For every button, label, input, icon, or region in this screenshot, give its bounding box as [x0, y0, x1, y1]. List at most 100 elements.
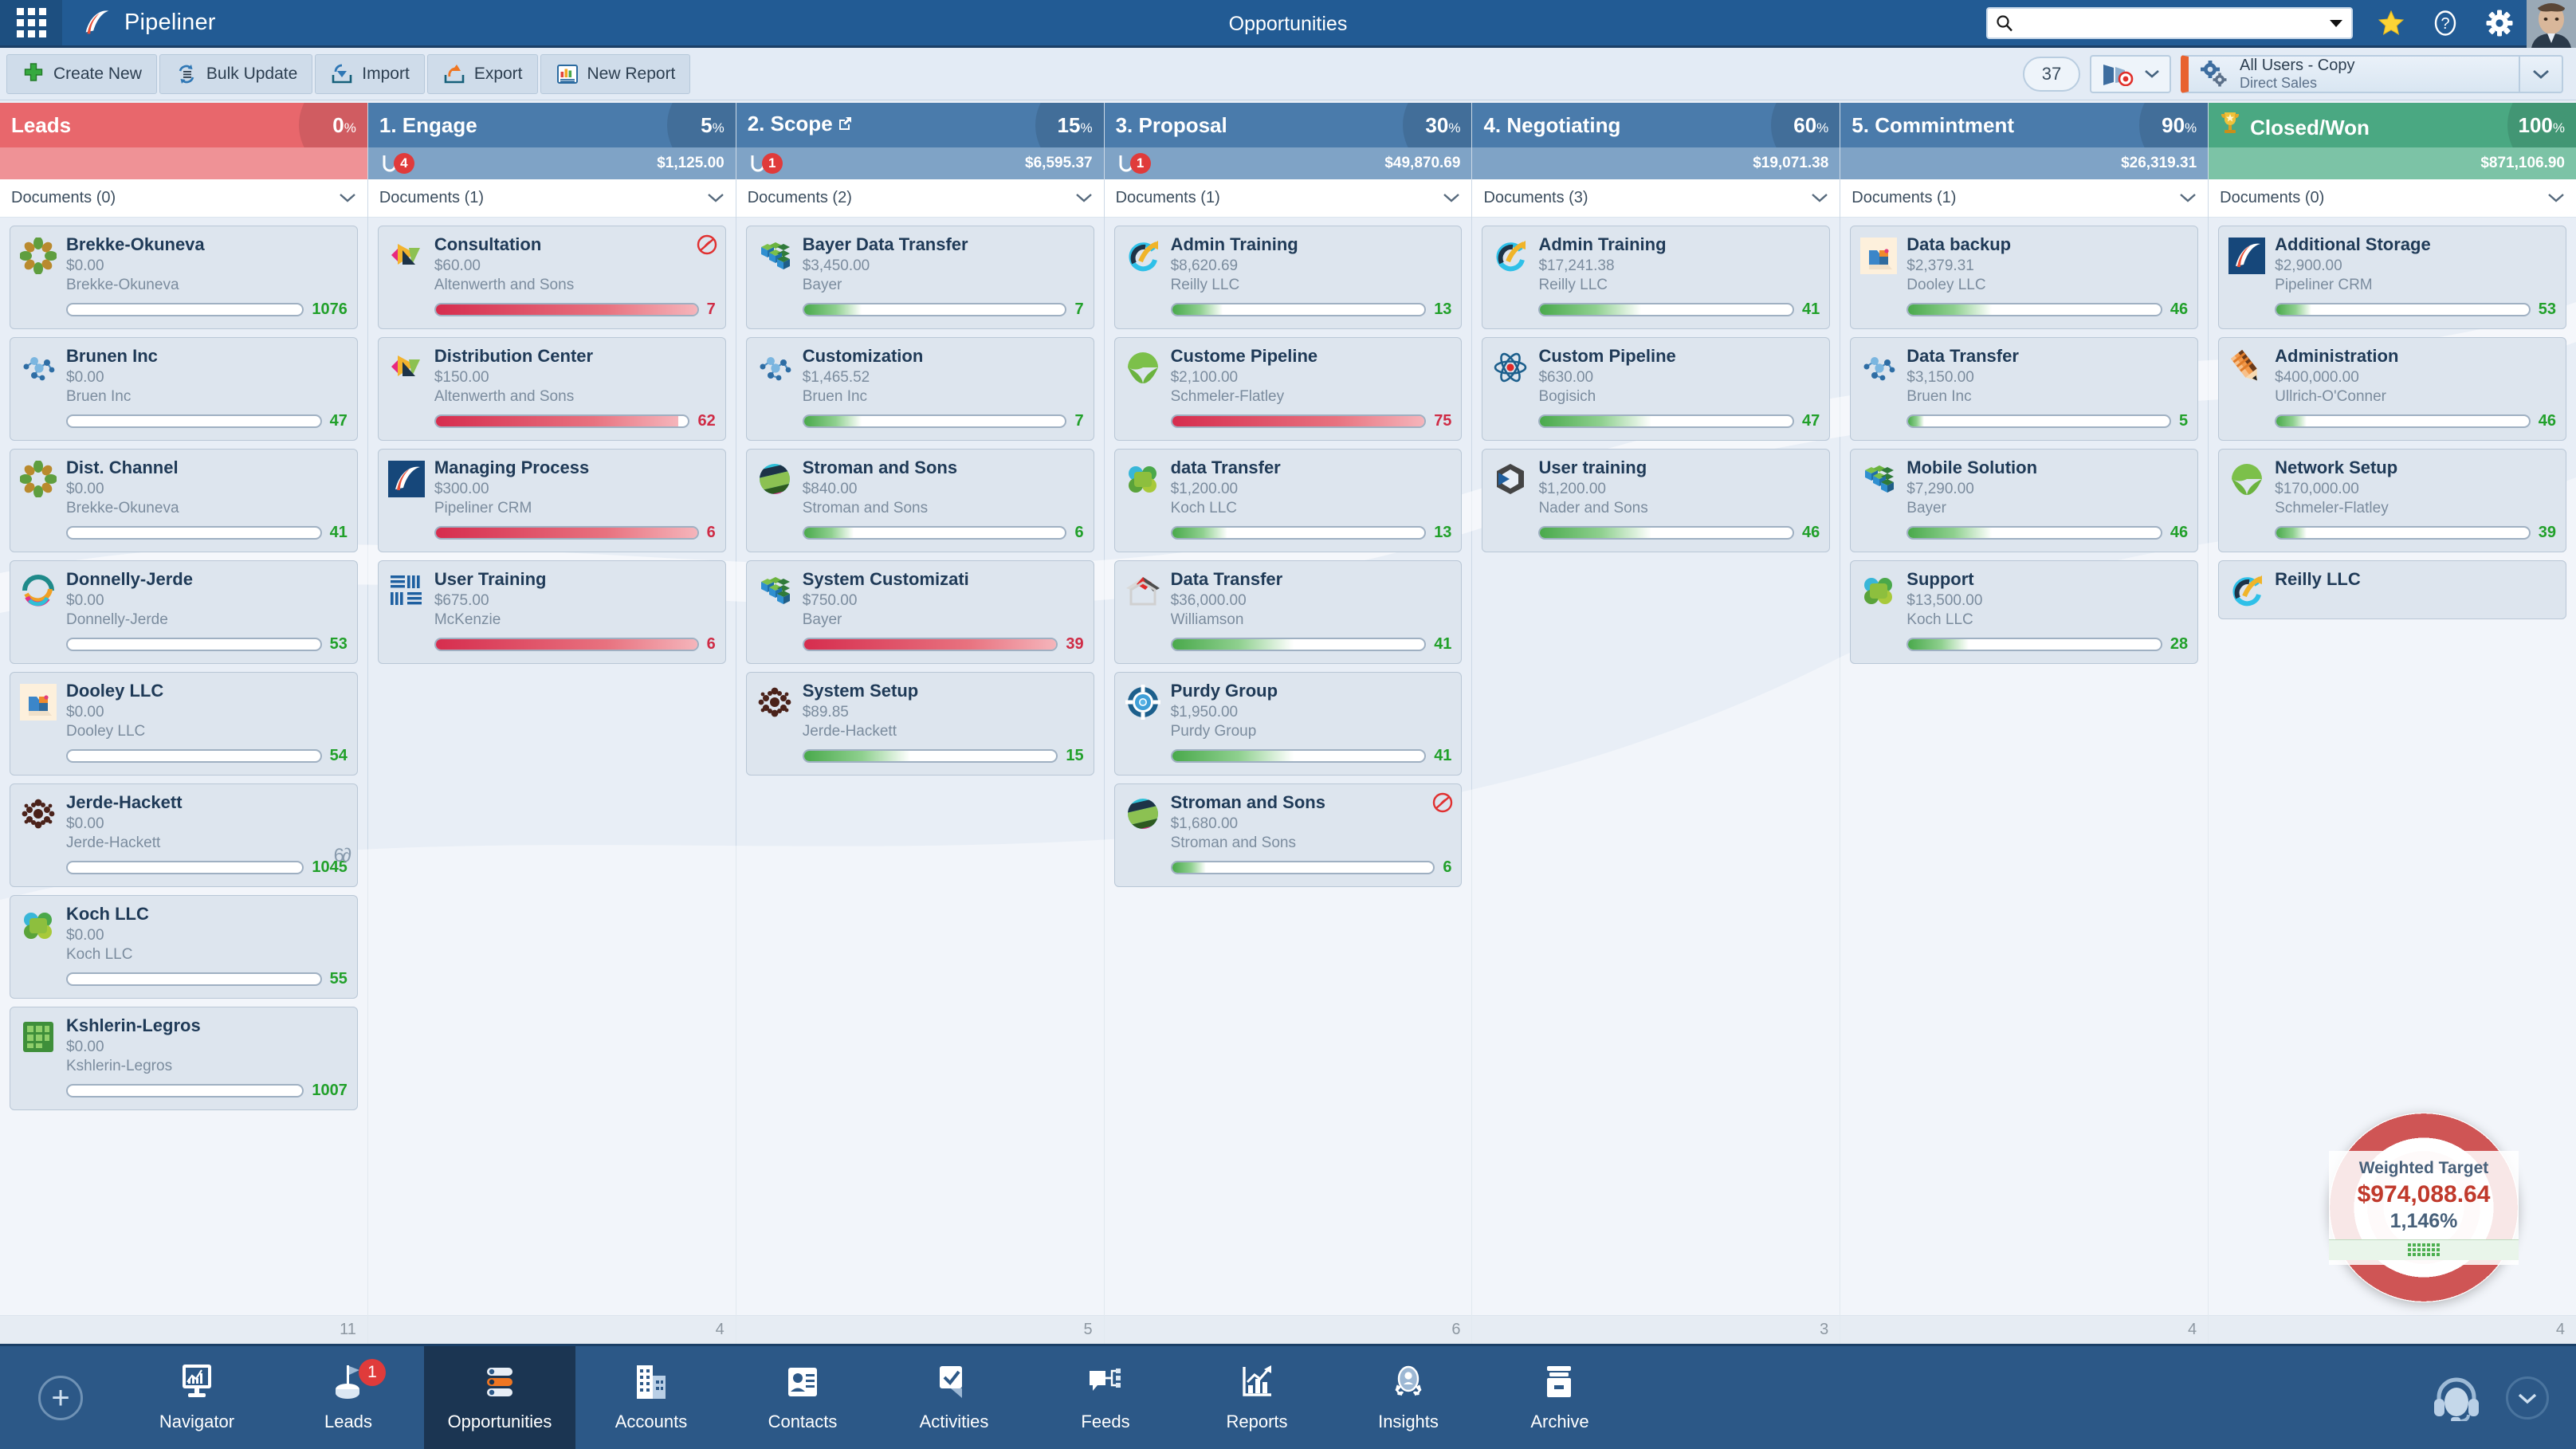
opportunity-card[interactable]: System Customizati$750.00Bayer39	[746, 560, 1094, 664]
opportunity-card[interactable]: System Setup$89.85Jerde-Hackett15	[746, 672, 1094, 776]
opportunity-card[interactable]: Purdy Group$1,950.00Purdy Group41	[1114, 672, 1463, 776]
opportunity-card-body: Stroman and Sons$840.00Stroman and Sons6	[803, 457, 1084, 542]
opportunity-card-list[interactable]: Admin Training$8,620.69Reilly LLC13Custo…	[1105, 218, 1472, 1315]
nav-item-insights[interactable]: Insights	[1333, 1346, 1484, 1449]
opportunity-card[interactable]: Network Setup$170,000.00Schmeler-Flatley…	[2218, 449, 2566, 552]
stage-summary: 1$6,595.37	[736, 147, 1104, 179]
stage-document-flag[interactable]: 4	[379, 153, 414, 174]
opportunity-card[interactable]: Kshlerin-Legros$0.00Kshlerin-Legros1007	[10, 1007, 358, 1110]
no-entry-icon[interactable]	[697, 234, 717, 255]
opportunity-card[interactable]: Distribution Center$150.00Altenwerth and…	[378, 337, 726, 441]
opportunity-card[interactable]: Consultation$60.00Altenwerth and Sons7	[378, 226, 726, 329]
search-input[interactable]	[2020, 14, 2323, 32]
collapse-panel-button[interactable]	[2506, 1376, 2549, 1420]
opportunity-card[interactable]: Custom Pipeline$630.00Bogisich47	[1482, 337, 1830, 441]
app-launcher-button[interactable]	[0, 0, 62, 45]
nav-item-opportunities[interactable]: Opportunities	[424, 1346, 575, 1449]
stage-document-flag[interactable]: 1	[1116, 153, 1151, 174]
view-selector[interactable]: All Users - Copy Direct Sales	[2181, 55, 2563, 93]
nav-item-accounts[interactable]: Accounts	[575, 1346, 727, 1449]
opportunity-card-list[interactable]: Consultation$60.00Altenwerth and Sons7Di…	[368, 218, 736, 1315]
help-button[interactable]: ?	[2418, 0, 2472, 45]
opportunity-card[interactable]: Data Transfer$36,000.00Williamson41	[1114, 560, 1463, 664]
opportunity-progress-bar	[66, 414, 322, 428]
stage-header[interactable]: 5. Commintment90%	[1840, 103, 2208, 147]
nav-item-activities[interactable]: Activities	[878, 1346, 1030, 1449]
stage-header[interactable]: 1. Engage5%	[368, 103, 736, 147]
documents-toggle[interactable]: Documents (1)	[1840, 179, 2208, 218]
opportunity-card[interactable]: Admin Training$17,241.38Reilly LLC41	[1482, 226, 1830, 329]
weighted-target-widget[interactable]: Weighted Target $974,088.64 1,146%	[2329, 1113, 2519, 1302]
nav-item-archive[interactable]: Archive	[1484, 1346, 1636, 1449]
external-link-icon[interactable]	[838, 116, 852, 131]
stage-header[interactable]: Leads0%	[0, 103, 367, 147]
pipeline-column: 3. Proposal30%1$49,870.69Documents (1)Ad…	[1105, 103, 1473, 1344]
stage-header[interactable]: 4. Negotiating60%	[1472, 103, 1840, 147]
view-selector-chevron[interactable]	[2519, 57, 2562, 92]
opportunity-card[interactable]: data Transfer$1,200.00Koch LLC13	[1114, 449, 1463, 552]
opportunity-card-body: Purdy Group$1,950.00Purdy Group41	[1171, 681, 1452, 765]
opportunity-card[interactable]: Admin Training$8,620.69Reilly LLC13	[1114, 226, 1463, 329]
no-entry-icon[interactable]	[1432, 792, 1453, 813]
opportunity-card[interactable]: Jerde-Hackett$0.00Jerde-Hackett10456∂	[10, 783, 358, 887]
stage-header[interactable]: 3. Proposal30%	[1105, 103, 1472, 147]
weighted-target-percent: 1,146%	[2329, 1210, 2519, 1233]
export-button[interactable]: Export	[427, 54, 538, 94]
documents-toggle[interactable]: Documents (1)	[1105, 179, 1472, 218]
opportunity-card[interactable]: Dist. Channel$0.00Brekke-Okuneva41	[10, 449, 358, 552]
documents-toggle[interactable]: Documents (1)	[368, 179, 736, 218]
favorites-button[interactable]	[2364, 0, 2418, 45]
nav-item-navigator[interactable]: Navigator	[121, 1346, 273, 1449]
bulk-update-button[interactable]: Bulk Update	[159, 54, 312, 94]
opportunity-card[interactable]: Stroman and Sons$1,680.00Stroman and Son…	[1114, 783, 1463, 887]
opportunity-card[interactable]: Data backup$2,379.31Dooley LLC46	[1850, 226, 2198, 329]
nav-item-contacts[interactable]: Contacts	[727, 1346, 878, 1449]
opportunity-card[interactable]: Custome Pipeline$2,100.00Schmeler-Flatle…	[1114, 337, 1463, 441]
stage-document-flag[interactable]: 1	[748, 153, 783, 174]
search-box[interactable]	[1986, 7, 2353, 39]
opportunity-card[interactable]: Customization$1,465.52Bruen Inc7	[746, 337, 1094, 441]
opportunity-card[interactable]: Support$13,500.00Koch LLC28	[1850, 560, 2198, 664]
chevron-down-icon[interactable]	[2329, 18, 2343, 28]
opportunity-card[interactable]: Dooley LLC$0.00Dooley LLC54	[10, 672, 358, 776]
opportunity-card[interactable]: Donnelly-Jerde$0.00Donnelly-Jerde53	[10, 560, 358, 664]
opportunity-card[interactable]: Reilly LLC	[2218, 560, 2566, 619]
stage-header[interactable]: 2. Scope15%	[736, 103, 1104, 147]
user-avatar[interactable]	[2527, 0, 2576, 48]
view-mode-button[interactable]	[2090, 55, 2171, 93]
quick-add-button[interactable]: +	[0, 1346, 121, 1449]
nav-item-leads[interactable]: 1Leads	[273, 1346, 424, 1449]
documents-toggle[interactable]: Documents (3)	[1472, 179, 1840, 218]
opportunity-card-list[interactable]: Brekke-Okuneva$0.00Brekke-Okuneva1076Bru…	[0, 218, 367, 1315]
nav-item-feeds[interactable]: Feeds	[1030, 1346, 1181, 1449]
opportunity-card-list[interactable]: Admin Training$17,241.38Reilly LLC41Cust…	[1472, 218, 1840, 1315]
opportunity-card[interactable]: Data Transfer$3,150.00Bruen Inc5	[1850, 337, 2198, 441]
create-new-button[interactable]: Create New	[6, 54, 157, 94]
new-report-button[interactable]: New Report	[540, 54, 691, 94]
documents-toggle[interactable]: Documents (0)	[0, 179, 367, 218]
opportunity-card-list[interactable]: Bayer Data Transfer$3,450.00Bayer7Custom…	[736, 218, 1104, 1315]
import-button[interactable]: Import	[315, 54, 425, 94]
opportunity-card[interactable]: Managing Process$300.00Pipeliner CRM6	[378, 449, 726, 552]
opportunity-card[interactable]: Bayer Data Transfer$3,450.00Bayer7	[746, 226, 1094, 329]
documents-toggle[interactable]: Documents (0)	[2209, 179, 2576, 218]
opportunity-card-list[interactable]: Data backup$2,379.31Dooley LLC46Data Tra…	[1840, 218, 2208, 1315]
opportunity-card[interactable]: Brekke-Okuneva$0.00Brekke-Okuneva1076	[10, 226, 358, 329]
opportunity-amount: $89.85	[803, 704, 1084, 721]
opportunity-card[interactable]: User training$1,200.00Nader and Sons46	[1482, 449, 1830, 552]
stage-header[interactable]: Closed/Won100%	[2209, 103, 2576, 147]
nav-item-reports[interactable]: Reports	[1181, 1346, 1333, 1449]
settings-button[interactable]	[2472, 0, 2527, 45]
opportunity-card[interactable]: Koch LLC$0.00Koch LLC55	[10, 895, 358, 999]
opportunity-card[interactable]: Additional Storage$2,900.00Pipeliner CRM…	[2218, 226, 2566, 329]
folder-square-icon	[1860, 238, 1897, 274]
opportunity-card[interactable]: Brunen Inc$0.00Bruen Inc47	[10, 337, 358, 441]
documents-toggle[interactable]: Documents (2)	[736, 179, 1104, 218]
support-headset-icon[interactable]	[2431, 1375, 2482, 1421]
opportunity-progress-row: 54	[66, 747, 348, 765]
resize-dots-icon[interactable]	[2408, 1243, 2440, 1256]
opportunity-card[interactable]: User Training$675.00McKenzie6	[378, 560, 726, 664]
opportunity-card[interactable]: Mobile Solution$7,290.00Bayer46	[1850, 449, 2198, 552]
opportunity-card[interactable]: Administration$400,000.00Ullrich-O'Conne…	[2218, 337, 2566, 441]
opportunity-card[interactable]: Stroman and Sons$840.00Stroman and Sons6	[746, 449, 1094, 552]
